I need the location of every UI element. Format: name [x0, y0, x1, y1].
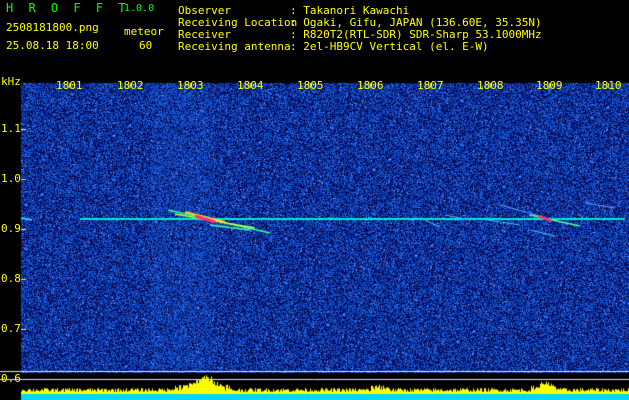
- freq-tick-label: 0.8: [1, 272, 21, 285]
- freq-tick-label: 1.0: [1, 172, 21, 185]
- info-label-antenna: Receiving antenna: [178, 40, 291, 53]
- time-tick-label: 1810: [595, 79, 622, 92]
- spectrogram-plot[interactable]: [0, 75, 629, 400]
- time-tick-label: 1807: [417, 79, 444, 92]
- app-version: 1.0.0: [124, 3, 155, 14]
- meteor-count: 60: [139, 39, 153, 52]
- info-value-antenna: : 2el-HB9CV Vertical (el. E-W): [290, 40, 489, 53]
- time-tick-label: 1804: [237, 79, 264, 92]
- time-tick-label: 1808: [477, 79, 504, 92]
- hrofft-window: H R O F F T 1.0.0 2508181800.png meteor …: [0, 0, 629, 400]
- time-tick-label: 1803: [177, 79, 204, 92]
- time-tick-label: 1802: [117, 79, 144, 92]
- freq-tick-label: 0.6: [1, 372, 21, 385]
- app-name: H R O F F T: [6, 1, 130, 15]
- time-tick-label: 1805: [297, 79, 324, 92]
- freq-tick-label: 0.7: [1, 322, 21, 335]
- filename: 2508181800.png: [6, 21, 99, 34]
- time-tick-label: 1806: [357, 79, 384, 92]
- freq-tick-label: 0.9: [1, 222, 21, 235]
- time-tick-label: 1801: [56, 79, 83, 92]
- time-tick-label: 1809: [536, 79, 563, 92]
- datetime: 25.08.18 18:00: [6, 39, 99, 52]
- meteor-label: meteor: [124, 25, 164, 38]
- freq-tick-label: 1.1: [1, 122, 21, 135]
